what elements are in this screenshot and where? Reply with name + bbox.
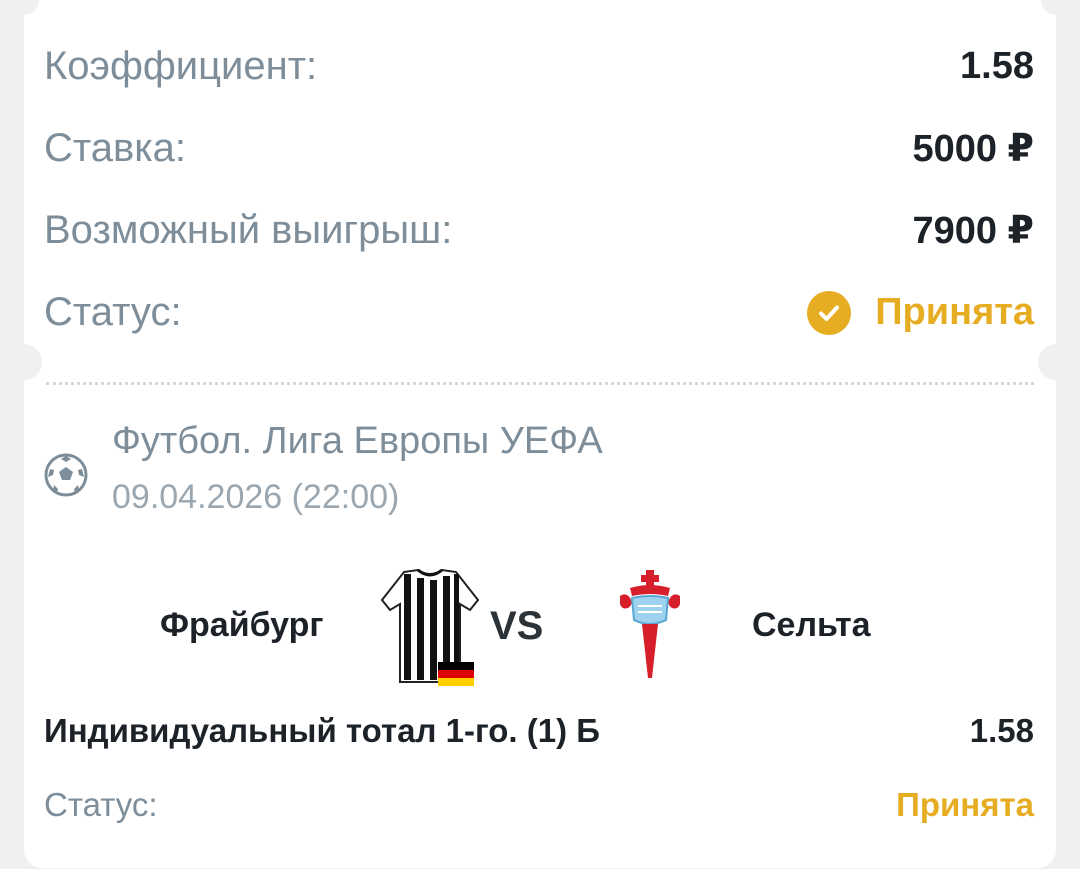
ticket-corner-notch xyxy=(1041,0,1071,15)
event-status-row: Статус: Принята xyxy=(44,786,1034,824)
odds-value: 1.58 xyxy=(960,45,1034,87)
bet-market-name: Индивидуальный тотал 1-го. (1) Б xyxy=(44,712,600,749)
status-row: Статус: Принята xyxy=(44,290,1034,335)
home-team-jersey-icon xyxy=(380,568,480,686)
status-badge: Принята xyxy=(807,290,1034,335)
odds-row: Коэффициент: 1.58 xyxy=(44,44,1034,89)
event-title: Футбол. Лига Европы УЕФА xyxy=(112,420,603,462)
stake-label: Ставка: xyxy=(44,126,186,170)
event-datetime: 09.04.2026 (22:00) xyxy=(112,478,400,516)
ticket-notch-left xyxy=(6,344,42,380)
event-status-value: Принята xyxy=(896,786,1034,823)
bet-market-odds: 1.58 xyxy=(969,712,1034,749)
status-value: Принята xyxy=(875,291,1034,333)
match-teams: Фрайбург VS Сельта xyxy=(0,562,1080,688)
event-status-label: Статус: xyxy=(44,786,158,823)
vs-label: VS xyxy=(490,604,544,648)
odds-label: Коэффициент: xyxy=(44,44,318,88)
ticket-divider xyxy=(46,382,1034,385)
soccer-ball-icon xyxy=(44,453,88,497)
home-team-name: Фрайбург xyxy=(160,606,324,644)
status-label: Статус: xyxy=(44,290,182,334)
possible-win-value: 7900 ₽ xyxy=(912,210,1034,252)
event-header: Футбол. Лига Европы УЕФА 09.04.2026 (22:… xyxy=(44,415,603,527)
bet-market-row: Индивидуальный тотал 1-го. (1) Б 1.58 xyxy=(44,712,1034,750)
possible-win-row: Возможный выигрыш: 7900 ₽ xyxy=(44,208,1034,253)
possible-win-label: Возможный выигрыш: xyxy=(44,208,453,252)
ticket-corner-notch xyxy=(9,0,39,15)
away-team-name: Сельта xyxy=(752,606,871,644)
ticket-notch-right xyxy=(1038,344,1074,380)
stake-value: 5000 ₽ xyxy=(912,128,1034,170)
away-team-crest-icon xyxy=(620,570,680,678)
stake-row: Ставка: 5000 ₽ xyxy=(44,126,1034,171)
check-circle-icon xyxy=(807,290,852,335)
